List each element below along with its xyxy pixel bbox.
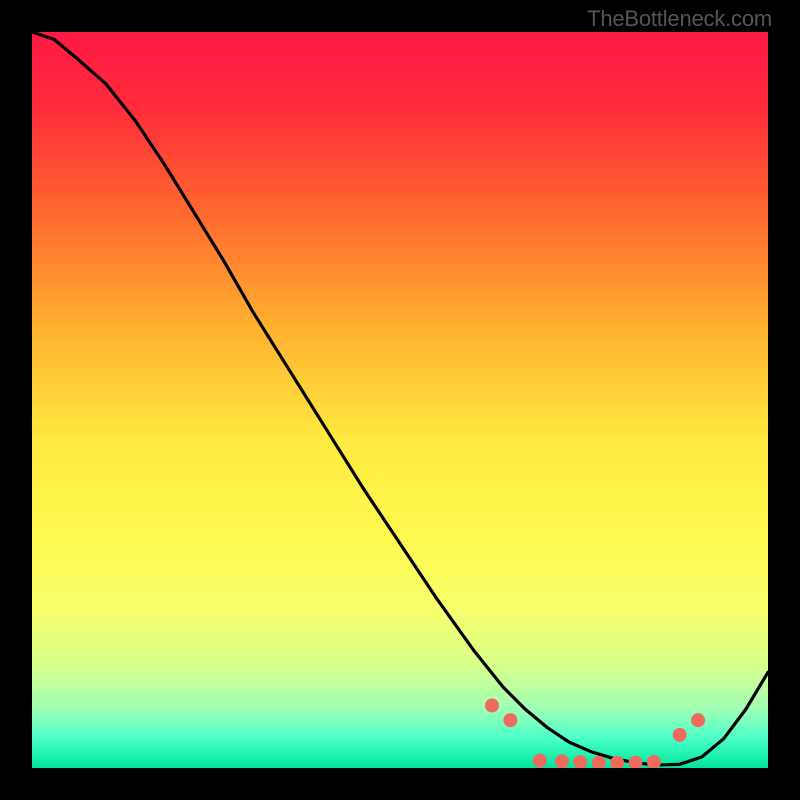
marker-dot bbox=[555, 754, 569, 768]
watermark-text: TheBottleneck.com bbox=[587, 6, 772, 32]
marker-dot bbox=[673, 728, 687, 742]
chart-background bbox=[32, 32, 768, 768]
marker-dot bbox=[533, 754, 547, 768]
chart-svg bbox=[32, 32, 768, 768]
marker-dot bbox=[503, 713, 517, 727]
chart-container: TheBottleneck.com bbox=[0, 0, 800, 800]
marker-dot bbox=[485, 698, 499, 712]
marker-dot bbox=[691, 713, 705, 727]
